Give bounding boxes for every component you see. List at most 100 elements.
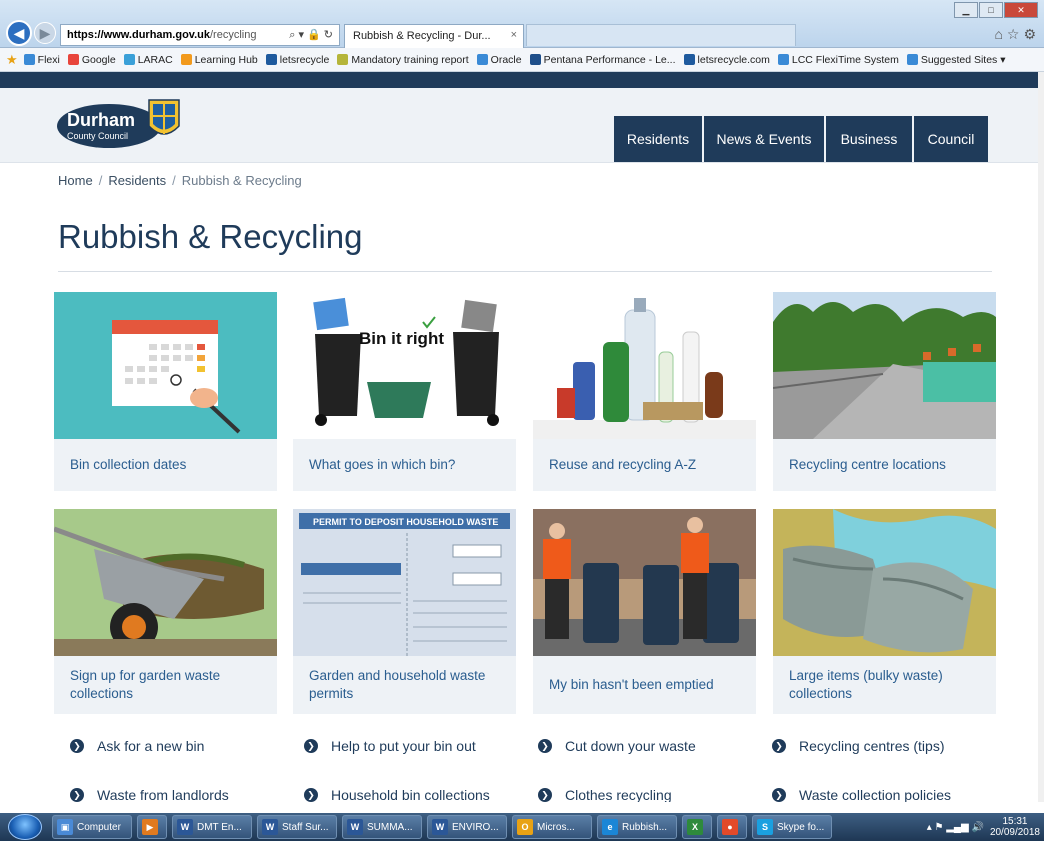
favorite-label: Suggested Sites ▾ — [920, 53, 1006, 66]
maximize-icon[interactable]: □ — [979, 2, 1003, 18]
favorite-label: Oracle — [490, 53, 522, 66]
card-label[interactable]: Garden and household waste permits — [293, 656, 516, 714]
chevron-right-icon: ❯ — [304, 788, 318, 802]
card-reuse-and-recycling-a-z[interactable]: Reuse and recycling A-Z — [533, 292, 756, 491]
link-label[interactable]: Ask for a new bin — [97, 738, 204, 754]
window-controls: ▁ □ ✕ — [954, 2, 1038, 18]
link-label[interactable]: Recycling centres (tips) — [799, 738, 945, 754]
link-label[interactable]: Waste from landlords — [97, 787, 229, 802]
taskbar-button[interactable]: ▣ Computer — [52, 815, 132, 839]
taskbar-button[interactable]: W SUMMA... — [342, 815, 422, 839]
link-label[interactable]: Cut down your waste — [565, 738, 696, 754]
taskbar-app-icon: ▣ — [57, 819, 73, 835]
favorite-label: Mandatory training report — [351, 53, 469, 66]
card-label[interactable]: My bin hasn't been emptied — [533, 656, 756, 714]
home-favorites-settings-icons[interactable]: ⌂☆⚙ — [994, 26, 1040, 43]
close-window-icon[interactable]: ✕ — [1004, 2, 1038, 18]
link-clothes-recycling[interactable]: ❯ Clothes recycling — [538, 787, 672, 802]
chevron-right-icon: ❯ — [538, 788, 552, 802]
card-sign-up-garden-waste[interactable]: Sign up for garden waste collections — [54, 509, 277, 714]
logo-title: Durham — [67, 110, 135, 130]
chevron-right-icon: ❯ — [538, 739, 552, 753]
card-large-items-bulky-waste[interactable]: Large items (bulky waste) collections — [773, 509, 996, 714]
favorites-star-icon[interactable]: ★ — [6, 52, 18, 68]
favorite-link[interactable]: Learning Hub — [180, 54, 258, 66]
taskbar-label: Micros... — [537, 821, 575, 833]
search-refresh-icon[interactable]: ⌕ ▾ 🔒 ↻ — [289, 28, 333, 42]
taskbar-button[interactable]: W ENVIRO... — [427, 815, 507, 839]
page-scrollbar[interactable] — [1038, 72, 1044, 802]
taskbar-label: Skype fo... — [777, 821, 825, 833]
card-label[interactable]: Recycling centre locations — [773, 439, 996, 491]
site-header: Durham County Council Residents News & Ev… — [0, 88, 1044, 163]
card-label[interactable]: Sign up for garden waste collections — [54, 656, 277, 714]
taskbar-button[interactable]: ▶ — [137, 815, 167, 839]
back-arrow-icon[interactable]: ◀ — [6, 20, 32, 46]
nav-council[interactable]: Council — [914, 116, 990, 162]
taskbar-button[interactable]: ● — [717, 815, 747, 839]
divider — [58, 271, 992, 272]
link-label[interactable]: Waste collection policies — [799, 787, 951, 802]
start-button[interactable] — [8, 814, 42, 840]
favorite-link[interactable]: Pentana Performance - Le... — [529, 54, 676, 66]
link-cut-down-waste[interactable]: ❯ Cut down your waste — [538, 738, 696, 754]
link-help-put-bin-out[interactable]: ❯ Help to put your bin out — [304, 738, 476, 754]
chevron-right-icon: ❯ — [304, 739, 318, 753]
favorite-link[interactable]: Google — [67, 54, 116, 66]
link-waste-from-landlords[interactable]: ❯ Waste from landlords — [70, 787, 229, 802]
clock-date: 20/09/2018 — [989, 827, 1040, 838]
durham-logo-icon[interactable]: Durham County Council — [57, 96, 187, 150]
taskbar-button[interactable]: W Staff Sur... — [257, 815, 337, 839]
favorite-site-icon — [476, 54, 488, 65]
favorite-link[interactable]: Flexi — [23, 54, 60, 66]
link-waste-collection-policies[interactable]: ❯ Waste collection policies — [772, 787, 951, 802]
address-bar[interactable]: https://www.durham.gov.uk/recycling ⌕ ▾ … — [60, 24, 340, 46]
taskbar-button[interactable]: O Micros... — [512, 815, 592, 839]
favorite-link[interactable]: LARAC — [123, 54, 173, 66]
card-label[interactable]: Reuse and recycling A-Z — [533, 439, 756, 491]
nav-news-events[interactable]: News & Events — [704, 116, 826, 162]
taskbar-app-icon: ● — [722, 819, 738, 835]
card-label[interactable]: Bin collection dates — [54, 439, 277, 491]
new-tab-area[interactable] — [526, 24, 796, 46]
nav-residents[interactable]: Residents — [614, 116, 704, 162]
link-household-bin-collections[interactable]: ❯ Household bin collections — [304, 787, 490, 802]
taskbar-button[interactable]: X — [682, 815, 712, 839]
link-ask-new-bin[interactable]: ❯ Ask for a new bin — [70, 738, 204, 754]
taskbar-app-icon: W — [262, 819, 278, 835]
favorite-link[interactable]: Suggested Sites ▾ — [906, 53, 1006, 66]
favorite-label: letsrecycle.com — [697, 53, 770, 66]
bulky-waste-image — [773, 509, 996, 656]
card-label[interactable]: What goes in which bin? — [293, 439, 516, 491]
favorite-site-icon — [265, 54, 277, 65]
card-bin-collection-dates[interactable]: Bin collection dates — [54, 292, 277, 491]
page-title: Rubbish & Recycling — [58, 218, 363, 255]
clock[interactable]: 15:31 20/09/2018 — [990, 816, 1040, 838]
favorite-link[interactable]: Oracle — [476, 53, 522, 66]
favorite-link[interactable]: letsrecycle — [265, 54, 329, 66]
breadcrumb-residents[interactable]: Residents — [108, 173, 166, 188]
card-garden-household-permits[interactable]: PERMIT TO DEPOSIT HOUSEHOLD WASTE Garden… — [293, 509, 516, 714]
link-label[interactable]: Household bin collections — [331, 787, 490, 802]
favorite-link[interactable]: Mandatory training report — [337, 53, 469, 66]
nav-business[interactable]: Business — [826, 116, 914, 162]
link-label[interactable]: Clothes recycling — [565, 787, 672, 802]
taskbar-button[interactable]: S Skype fo... — [752, 815, 832, 839]
tray-icons[interactable]: ▴ ⚑ ▂▄▆ 🔊 — [927, 822, 984, 833]
minimize-icon[interactable]: ▁ — [954, 2, 978, 18]
close-tab-icon[interactable]: × — [511, 29, 517, 41]
taskbar-button[interactable]: e Rubbish... — [597, 815, 677, 839]
favorite-link[interactable]: letsrecycle.com — [683, 53, 770, 66]
card-what-goes-in-which-bin[interactable]: Bin it right What goes in which bin? — [293, 292, 516, 491]
taskbar-app-icon: S — [757, 819, 773, 835]
breadcrumb-home[interactable]: Home — [58, 173, 93, 188]
link-recycling-centres[interactable]: ❯ Recycling centres (tips) — [772, 738, 945, 754]
taskbar-button[interactable]: W DMT En... — [172, 815, 252, 839]
card-recycling-centre-locations[interactable]: Recycling centre locations — [773, 292, 996, 491]
card-my-bin-not-emptied[interactable]: My bin hasn't been emptied — [533, 509, 756, 714]
forward-arrow-icon[interactable]: ▶ — [34, 22, 56, 44]
link-label[interactable]: Help to put your bin out — [331, 738, 476, 754]
browser-tab[interactable]: Rubbish & Recycling - Dur... × — [344, 24, 524, 48]
card-label[interactable]: Large items (bulky waste) collections — [773, 656, 996, 714]
favorite-link[interactable]: LCC FlexiTime System — [777, 54, 899, 66]
